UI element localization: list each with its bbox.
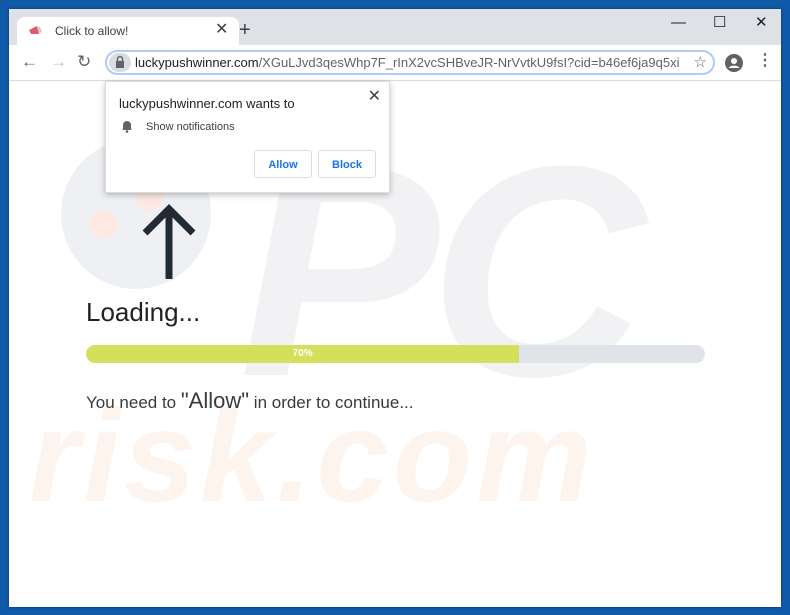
block-button[interactable]: Block [318,150,376,178]
tab-close-icon[interactable]: ✕ [215,21,228,39]
watermark-dot [89,211,117,239]
tab-active[interactable]: Click to allow! ✕ [17,17,239,45]
tab-title: Click to allow! [55,24,129,38]
address-bar[interactable]: luckypushwinner.com/XGuLJvd3qesWhp7F_rIn… [105,50,715,75]
url-host: luckypushwinner.com [135,55,259,70]
allow-button[interactable]: Allow [254,150,312,178]
back-icon[interactable]: ← [21,53,38,71]
url-path: /XGuLJvd3qesWhp7F_rInX2vcSHBveJR-NrVvtkU… [258,55,680,70]
menu-icon[interactable]: ⋮ [757,52,773,70]
lock-icon[interactable] [109,53,131,72]
new-tab-button[interactable]: + [239,20,251,40]
minimize-icon[interactable]: — [671,13,686,33]
message-allow: "Allow" [180,388,250,413]
instruction-message: You need to "Allow" in order to continue… [86,388,414,414]
permission-text: Show notifications [146,121,235,133]
progress-fill: 70% [86,345,520,363]
reload-icon[interactable]: ↻ [77,53,91,71]
popup-close-icon[interactable]: ✕ [368,86,381,106]
maximize-icon[interactable]: ☐ [713,13,726,33]
popup-title: luckypushwinner.com wants to [119,96,295,111]
bell-icon [122,121,132,133]
browser-window: Click to allow! ✕ + — ☐ ✕ ← → ↻ luckypus… [9,9,781,607]
notification-permission-popup: luckypushwinner.com wants to ✕ Show noti… [105,81,390,193]
profile-icon[interactable] [725,54,743,72]
up-arrow-icon [142,204,196,279]
url-text[interactable]: luckypushwinner.com/XGuLJvd3qesWhp7F_rIn… [135,55,680,70]
window-close-icon[interactable]: ✕ [755,13,768,33]
progress-label: 70% [292,348,313,359]
megaphone-icon [29,26,42,34]
progress-bar: 70% [86,345,705,363]
bookmark-star-icon[interactable]: ☆ [694,53,707,71]
loading-heading: Loading... [86,297,201,327]
message-post: in order to continue... [249,393,414,412]
forward-icon[interactable]: → [50,53,67,71]
tab-bar: Click to allow! ✕ + — ☐ ✕ [9,9,781,45]
toolbar: ← → ↻ luckypushwinner.com/XGuLJvd3qesWhp… [9,45,781,81]
message-pre: You need to [86,393,181,412]
